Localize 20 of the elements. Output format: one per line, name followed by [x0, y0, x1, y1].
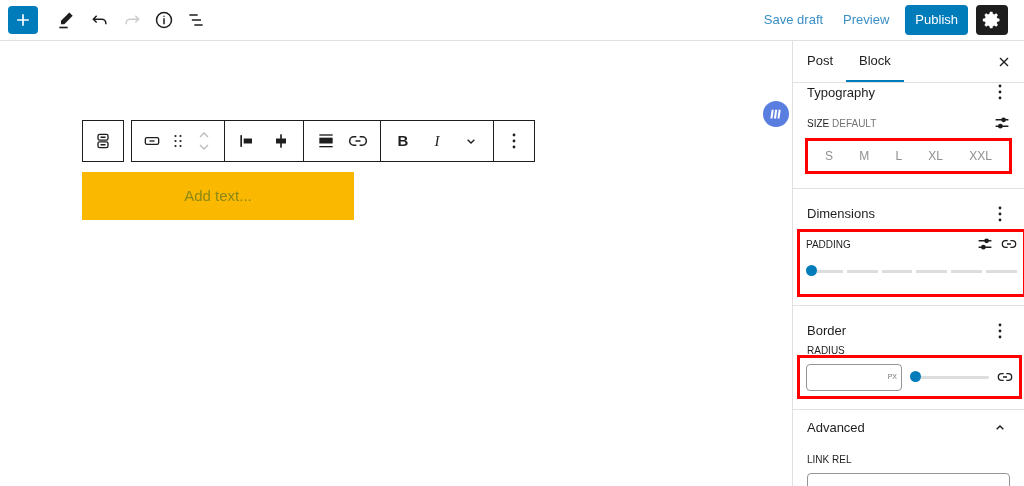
link-rel-label: LINK REL	[807, 453, 853, 467]
font-size-option[interactable]: XL	[924, 147, 947, 165]
radius-label: RADIUS	[807, 345, 846, 355]
font-size-option[interactable]: XXL	[965, 147, 996, 165]
panel-title[interactable]: Advanced	[807, 418, 865, 438]
sidebar-tab[interactable]: Post	[794, 41, 846, 82]
preview-button[interactable]: Preview	[839, 10, 894, 30]
publish-button[interactable]: Publish	[905, 5, 968, 35]
save-draft-button[interactable]: Save draft	[759, 10, 828, 30]
font-size-option[interactable]: L	[891, 147, 907, 165]
italic-button[interactable]: I	[427, 129, 447, 153]
padding-label: PADDING	[806, 237, 851, 252]
panel-title[interactable]: Border	[807, 321, 847, 341]
panel-title[interactable]: Dimensions	[807, 204, 875, 224]
bold-button[interactable]: B	[393, 129, 413, 153]
size-label: SIZE DEFAULT	[807, 116, 877, 131]
sidebar-tab[interactable]: Block	[846, 41, 904, 82]
panel-title[interactable]: Typography	[807, 85, 875, 99]
font-size-option[interactable]: S	[821, 147, 838, 165]
font-size-option[interactable]: M	[855, 147, 874, 165]
